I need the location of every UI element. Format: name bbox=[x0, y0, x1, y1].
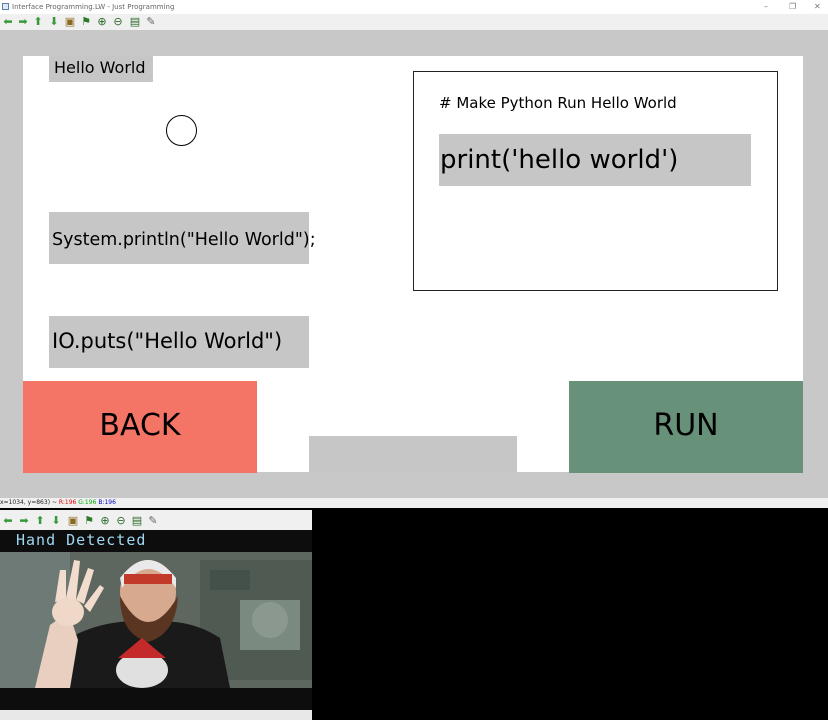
floppy-icon[interactable]: ▤ bbox=[131, 515, 143, 527]
camera-status-bar bbox=[0, 710, 312, 720]
arrow-down-icon[interactable]: ⬇ bbox=[50, 515, 62, 527]
webcam-image bbox=[0, 530, 312, 710]
arrow-up-icon[interactable]: ⬆ bbox=[34, 515, 46, 527]
zoom-in-icon[interactable]: ⊕ bbox=[99, 515, 111, 527]
camera-toolbar: ⬅ ➡ ⬆ ⬇ ▣ ⚑ ⊕ ⊖ ▤ ✎ bbox=[0, 513, 312, 529]
minimize-button[interactable]: – bbox=[764, 1, 768, 13]
hand-cursor-circle bbox=[166, 115, 197, 146]
back-button[interactable]: BACK bbox=[23, 381, 257, 473]
flag-icon[interactable]: ⚑ bbox=[83, 515, 95, 527]
pin-icon[interactable]: ✎ bbox=[145, 16, 157, 28]
python-code-block[interactable]: print('hello world') bbox=[439, 134, 751, 186]
maximize-button[interactable]: ❐ bbox=[789, 1, 796, 13]
arrow-up-icon[interactable]: ⬆ bbox=[32, 16, 44, 28]
empty-desktop-area bbox=[312, 508, 828, 720]
python-comment: # Make Python Run Hello World bbox=[439, 94, 677, 112]
zoom-out-icon[interactable]: ⊖ bbox=[112, 16, 124, 28]
status-coords: x=1034, y=863) ~ bbox=[0, 499, 59, 506]
webcam-feed bbox=[0, 530, 312, 710]
run-button[interactable]: RUN bbox=[569, 381, 803, 473]
flag-icon[interactable]: ⚑ bbox=[80, 16, 92, 28]
arrow-right-icon[interactable]: ➡ bbox=[18, 515, 30, 527]
arrow-left-icon[interactable]: ⬅ bbox=[2, 16, 14, 28]
center-drop-bar[interactable] bbox=[309, 436, 517, 473]
save-image-icon[interactable]: ▣ bbox=[64, 16, 76, 28]
zoom-out-icon[interactable]: ⊖ bbox=[115, 515, 127, 527]
status-blue: B:196 bbox=[98, 499, 116, 506]
hello-world-label[interactable]: Hello World bbox=[49, 56, 153, 82]
window-title: Interface Programming.LW - Just Programm… bbox=[12, 3, 175, 11]
toolbar: ⬅ ➡ ⬆ ⬇ ▣ ⚑ ⊕ ⊖ ▤ ✎ bbox=[0, 14, 828, 30]
save-image-icon[interactable]: ▣ bbox=[67, 515, 79, 527]
pin-icon[interactable]: ✎ bbox=[147, 515, 159, 527]
app-icon bbox=[2, 3, 9, 10]
hand-detected-label: Hand Detected bbox=[16, 531, 147, 549]
status-bar: x=1034, y=863) ~ R:196 G:196 B:196 bbox=[0, 498, 828, 508]
close-button[interactable]: ✕ bbox=[814, 1, 821, 13]
java-code-option[interactable]: System.println("Hello World"); bbox=[49, 212, 316, 264]
ruby-code-option[interactable]: IO.puts("Hello World") bbox=[49, 316, 309, 368]
title-bar: Interface Programming.LW - Just Programm… bbox=[0, 0, 828, 14]
status-green: G:196 bbox=[78, 499, 97, 506]
arrow-left-icon[interactable]: ⬅ bbox=[2, 515, 14, 527]
arrow-down-icon[interactable]: ⬇ bbox=[48, 16, 60, 28]
status-red: R:196 bbox=[58, 499, 77, 506]
floppy-icon[interactable]: ▤ bbox=[129, 16, 141, 28]
zoom-in-icon[interactable]: ⊕ bbox=[96, 16, 108, 28]
arrow-right-icon[interactable]: ➡ bbox=[17, 16, 29, 28]
